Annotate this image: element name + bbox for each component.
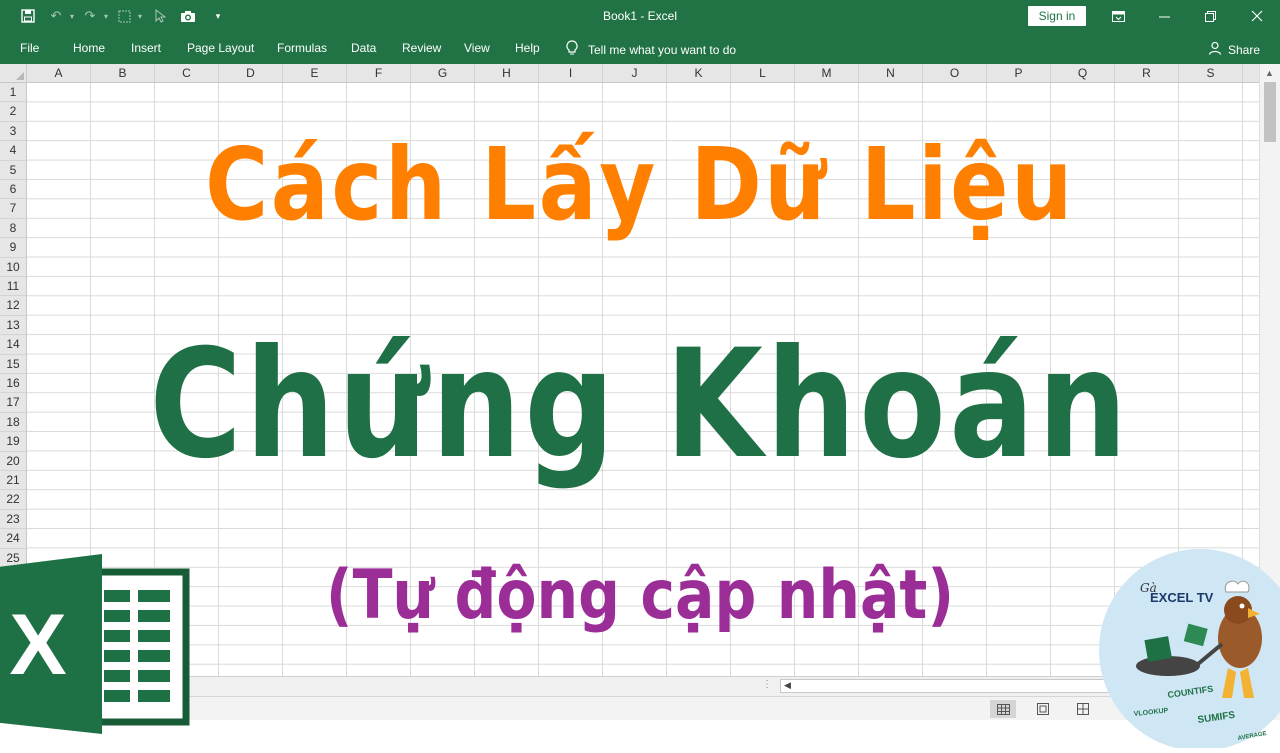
title-bar: ↶ ▾ ↷ ▾ ▾ ▾ Book1 - Excel Sign in xyxy=(0,0,1280,32)
row-header-18[interactable]: 18 xyxy=(0,413,26,433)
row-header-12[interactable]: 12 xyxy=(0,296,26,316)
column-header-l[interactable]: L xyxy=(731,64,795,82)
normal-view-icon[interactable] xyxy=(990,700,1016,718)
column-header-d[interactable]: D xyxy=(219,64,283,82)
svg-text:EXCEL TV: EXCEL TV xyxy=(1150,590,1214,605)
ga-excel-tv-mascot: Gà EXCEL TV COUNTIFS SUMIFS VLOOKUP AVER… xyxy=(1098,548,1280,751)
row-header-5[interactable]: 5 xyxy=(0,161,26,180)
undo-icon[interactable]: ↶ xyxy=(48,8,64,24)
horizontal-scrollbar[interactable]: ◀ xyxy=(780,679,1110,693)
excel-logo-letter: X xyxy=(9,597,66,693)
excel-logo-icon: X xyxy=(0,554,192,734)
tab-formulas[interactable]: Formulas xyxy=(277,41,327,55)
close-icon[interactable] xyxy=(1242,4,1272,28)
column-header-s[interactable]: S xyxy=(1179,64,1243,82)
column-header-k[interactable]: K xyxy=(667,64,731,82)
row-header-11[interactable]: 11 xyxy=(0,277,26,297)
redo-dropdown-icon[interactable]: ▾ xyxy=(98,8,114,24)
undo-dropdown-icon[interactable]: ▾ xyxy=(64,8,80,24)
headline-line-3: (Tự động cập nhật) xyxy=(325,556,955,635)
sign-in-button[interactable]: Sign in xyxy=(1028,6,1086,26)
borders-dropdown-icon[interactable]: ▾ xyxy=(132,8,148,24)
column-header-h[interactable]: H xyxy=(475,64,539,82)
tab-data[interactable]: Data xyxy=(351,41,376,55)
tell-me-search[interactable]: Tell me what you want to do xyxy=(566,40,736,59)
row-header-24[interactable]: 24 xyxy=(0,529,26,549)
row-header-2[interactable]: 2 xyxy=(0,102,26,122)
select-all-button[interactable] xyxy=(0,64,27,83)
tab-help[interactable]: Help xyxy=(515,41,540,55)
row-header-22[interactable]: 22 xyxy=(0,490,26,510)
headline-line-1: Cách Lấy Dữ Liệu xyxy=(205,126,1075,243)
status-bar xyxy=(0,696,1280,720)
scroll-left-icon[interactable]: ◀ xyxy=(784,680,791,691)
column-header-b[interactable]: B xyxy=(91,64,155,82)
row-header-3[interactable]: 3 xyxy=(0,122,26,142)
redo-icon[interactable]: ↷ xyxy=(82,8,98,24)
tab-view[interactable]: View xyxy=(464,41,490,55)
tab-page-layout[interactable]: Page Layout xyxy=(187,41,254,55)
sheet-tab-bar: ⋮ ◀ xyxy=(0,676,1280,696)
share-label: Share xyxy=(1228,42,1261,57)
column-header-e[interactable]: E xyxy=(283,64,347,82)
person-icon xyxy=(1208,41,1222,58)
ribbon-display-options-icon[interactable] xyxy=(1103,4,1133,28)
column-header-o[interactable]: O xyxy=(923,64,987,82)
column-header-n[interactable]: N xyxy=(859,64,923,82)
column-header-a[interactable]: A xyxy=(27,64,91,82)
column-header-m[interactable]: M xyxy=(795,64,859,82)
lightbulb-icon xyxy=(566,40,578,59)
save-icon[interactable] xyxy=(20,8,36,24)
minimize-icon[interactable] xyxy=(1149,4,1179,28)
row-header-9[interactable]: 9 xyxy=(0,238,26,258)
row-header-1[interactable]: 1 xyxy=(0,83,26,103)
row-header-16[interactable]: 16 xyxy=(0,374,26,394)
row-header-10[interactable]: 10 xyxy=(0,258,26,277)
column-header-c[interactable]: C xyxy=(155,64,219,82)
row-header-17[interactable]: 17 xyxy=(0,393,26,413)
camera-icon[interactable] xyxy=(180,8,196,24)
column-header-i[interactable]: I xyxy=(539,64,603,82)
column-header-f[interactable]: F xyxy=(347,64,411,82)
column-header-r[interactable]: R xyxy=(1115,64,1179,82)
tab-insert[interactable]: Insert xyxy=(131,41,161,55)
tell-me-label: Tell me what you want to do xyxy=(588,42,737,57)
tab-home[interactable]: Home xyxy=(73,41,105,55)
row-header-8[interactable]: 8 xyxy=(0,219,26,239)
row-header-14[interactable]: 14 xyxy=(0,335,26,355)
page-break-view-icon[interactable] xyxy=(1070,700,1096,718)
row-header-6[interactable]: 6 xyxy=(0,180,26,200)
row-header-7[interactable]: 7 xyxy=(0,199,26,219)
cursor-icon[interactable] xyxy=(152,8,168,24)
column-header-q[interactable]: Q xyxy=(1051,64,1115,82)
row-header-19[interactable]: 19 xyxy=(0,432,26,452)
customize-qat-icon[interactable]: ▾ xyxy=(210,8,226,24)
column-headers: ABCDEFGHIJKLMNOPQRS xyxy=(27,64,1259,83)
split-handle-icon[interactable]: ⋮ xyxy=(762,679,772,690)
column-header-g[interactable]: G xyxy=(411,64,475,82)
headline-line-2: Chứng Khoán xyxy=(149,318,1131,492)
row-header-4[interactable]: 4 xyxy=(0,141,26,161)
row-header-21[interactable]: 21 xyxy=(0,471,26,491)
tab-file[interactable]: File xyxy=(20,41,39,55)
column-header-j[interactable]: J xyxy=(603,64,667,82)
restore-icon[interactable] xyxy=(1195,4,1225,28)
ribbon-tabs: File Home Insert Page Layout Formulas Da… xyxy=(0,32,1280,64)
share-button[interactable]: Share xyxy=(1208,41,1260,58)
vertical-scroll-thumb[interactable] xyxy=(1264,82,1276,142)
column-header-p[interactable]: P xyxy=(987,64,1051,82)
row-header-20[interactable]: 20 xyxy=(0,452,26,471)
row-header-13[interactable]: 13 xyxy=(0,316,26,336)
page-layout-view-icon[interactable] xyxy=(1030,700,1056,718)
tab-review[interactable]: Review xyxy=(402,41,441,55)
borders-icon[interactable] xyxy=(116,8,132,24)
row-header-15[interactable]: 15 xyxy=(0,355,26,374)
row-header-23[interactable]: 23 xyxy=(0,510,26,530)
scroll-up-icon[interactable]: ▲ xyxy=(1265,68,1274,78)
